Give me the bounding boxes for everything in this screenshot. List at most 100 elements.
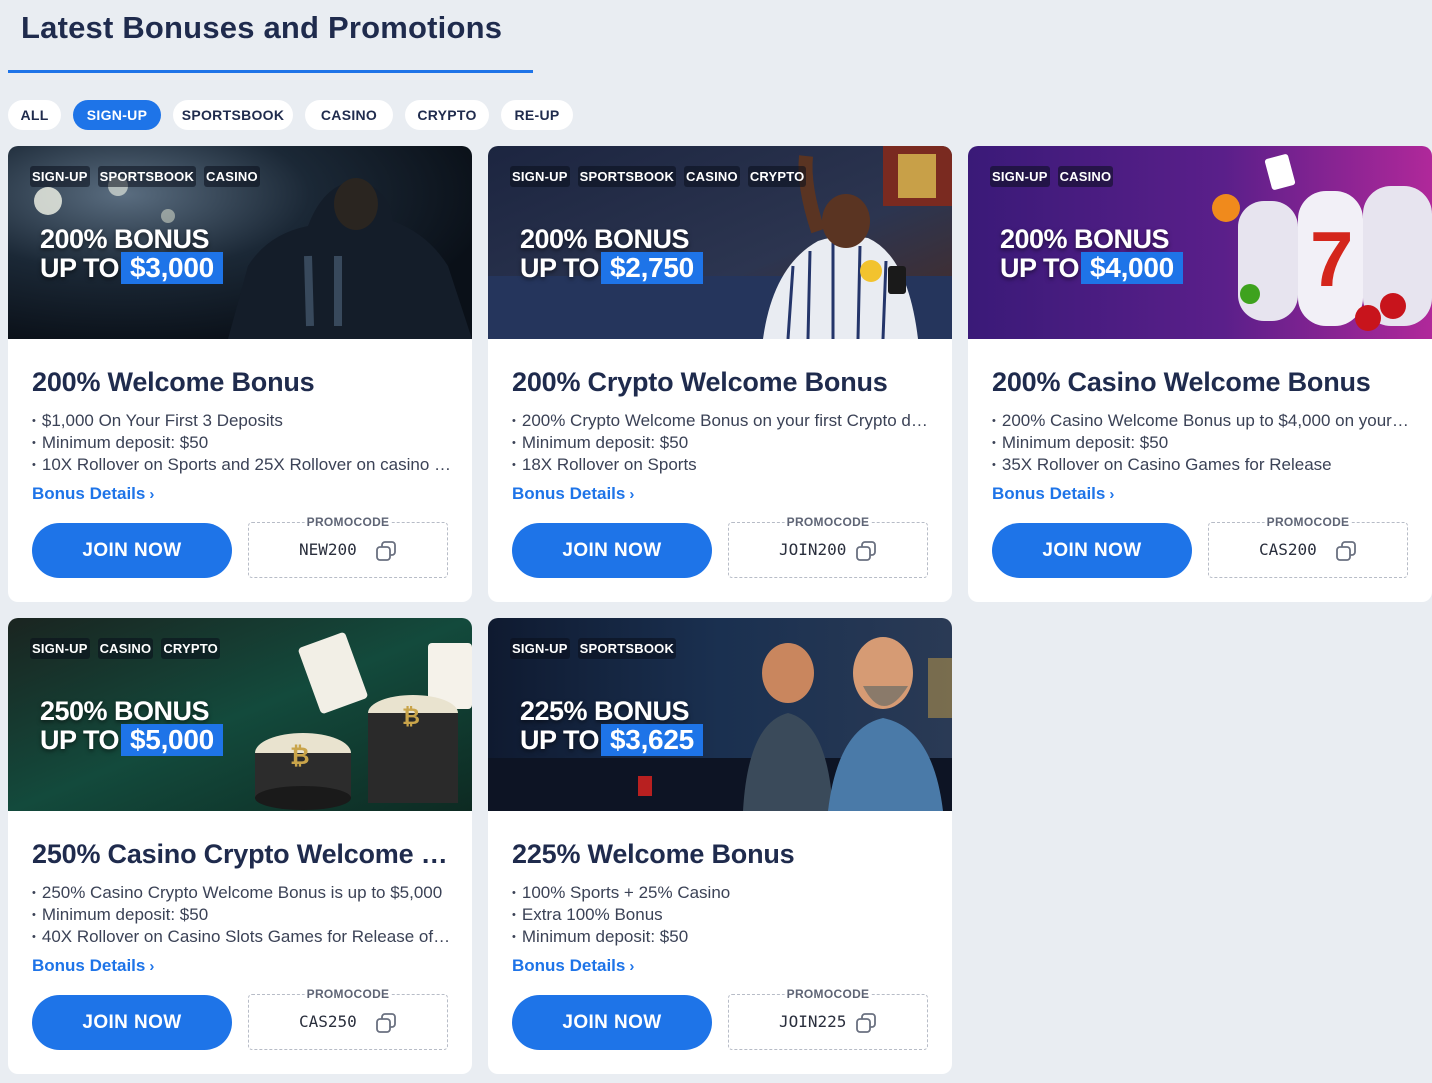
tag: SIGN-UP <box>990 166 1050 187</box>
copy-icon[interactable] <box>375 1012 397 1034</box>
promocode-box[interactable]: PROMOCODE JOIN200 <box>728 515 928 578</box>
promocode-label: PROMOCODE <box>304 987 392 1001</box>
bonus-details-link[interactable]: Bonus Details › <box>512 484 634 504</box>
promocode-box[interactable]: PROMOCODE CAS200 <box>1208 515 1408 578</box>
banner-upto-text: UP TO <box>40 252 120 283</box>
tag: SIGN-UP <box>510 166 570 187</box>
card-tags: SIGN-UP CASINO <box>990 166 1114 187</box>
banner-bonus: 225% BONUS <box>520 696 690 726</box>
card-tags: SIGN-UP SPORTSBOOK CASINO <box>30 166 260 187</box>
bonus-details-label: Bonus Details <box>992 484 1106 503</box>
tag: SPORTSBOOK <box>97 166 197 187</box>
filter-bar: ALL SIGN-UP SPORTSBOOK CASINO CRYPTO RE-… <box>8 100 573 130</box>
filter-re-up[interactable]: RE-UP <box>501 100 573 130</box>
promo-banner[interactable]: SIGN-UP SPORTSBOOK CASINO 200% BONUS UP … <box>8 146 472 339</box>
bonus-details-label: Bonus Details <box>32 956 146 975</box>
bullet: Minimum deposit: $50 <box>32 904 452 926</box>
filter-sportsbook[interactable]: SPORTSBOOK <box>173 100 293 130</box>
copy-icon[interactable] <box>855 1012 877 1034</box>
bonus-bullets: 200% Crypto Welcome Bonus on your first … <box>512 410 932 476</box>
bonus-details-link[interactable]: Bonus Details › <box>32 956 154 976</box>
tag: CASINO <box>1057 166 1114 187</box>
promocode-value: JOIN200 <box>779 540 847 559</box>
bullet: $1,000 On Your First 3 Deposits <box>32 410 452 432</box>
banner-amount: $4,000 <box>1081 252 1183 284</box>
promo-card: SIGN-UP SPORTSBOOK CASINO CRYPTO 200% BO… <box>488 146 952 602</box>
join-now-button[interactable]: JOIN NOW <box>992 523 1192 578</box>
bonus-details-label: Bonus Details <box>512 484 626 503</box>
copy-icon[interactable] <box>855 540 877 562</box>
tag: SPORTSBOOK <box>577 638 677 659</box>
chevron-right-icon: › <box>629 958 635 975</box>
promo-card: 7 SIGN-UP CASINO 200% BONUS UP TO $4,000… <box>968 146 1432 602</box>
tag: CASINO <box>684 166 740 187</box>
promocode-label: PROMOCODE <box>1264 515 1352 529</box>
bullet: 200% Crypto Welcome Bonus on your first … <box>512 410 932 432</box>
promocode-label: PROMOCODE <box>304 515 392 529</box>
promocode-value: CAS200 <box>1259 540 1317 559</box>
promocode-value: CAS250 <box>299 1012 357 1031</box>
tag: SIGN-UP <box>30 166 90 187</box>
filter-sign-up[interactable]: SIGN-UP <box>73 100 161 130</box>
svg-text:₿: ₿ <box>402 704 420 729</box>
bonus-details-link[interactable]: Bonus Details › <box>992 484 1114 504</box>
bullet: Minimum deposit: $50 <box>512 926 932 948</box>
chevron-right-icon: › <box>149 486 155 503</box>
banner-amount: $3,625 <box>601 724 703 756</box>
bonus-name: 200% Casino Welcome Bonus <box>992 367 1371 397</box>
filter-crypto[interactable]: CRYPTO <box>405 100 489 130</box>
copy-icon[interactable] <box>375 540 397 562</box>
bonus-details-link[interactable]: Bonus Details › <box>32 484 154 504</box>
banner-upto-text: UP TO <box>520 724 600 755</box>
bullet: Minimum deposit: $50 <box>512 432 932 454</box>
copy-icon[interactable] <box>1335 540 1357 562</box>
bonus-details-link[interactable]: Bonus Details › <box>512 956 634 976</box>
banner-upto: UP TO $3,000 <box>40 252 223 284</box>
bullet: 18X Rollover on Sports <box>512 454 932 476</box>
bullet: Extra 100% Bonus <box>512 904 932 926</box>
banner-upto: UP TO $5,000 <box>40 724 223 756</box>
promo-card: ₿ ₿ SIGN-UP CASINO CRYPTO 250% BONUS UP … <box>8 618 472 1074</box>
bonus-name: 200% Welcome Bonus <box>32 367 315 397</box>
promocode-box[interactable]: PROMOCODE JOIN225 <box>728 987 928 1050</box>
card-tags: SIGN-UP SPORTSBOOK CASINO CRYPTO <box>510 166 807 187</box>
banner-upto: UP TO $4,000 <box>1000 252 1183 284</box>
bullet: Minimum deposit: $50 <box>32 432 452 454</box>
banner-bonus: 250% BONUS <box>40 696 210 726</box>
promocode-value: NEW200 <box>299 540 357 559</box>
tag: CASINO <box>97 638 154 659</box>
bonus-bullets: 200% Casino Welcome Bonus up to $4,000 o… <box>992 410 1412 476</box>
svg-text:7: 7 <box>1310 215 1353 303</box>
bullet: 10X Rollover on Sports and 25X Rollover … <box>32 454 452 476</box>
bullet: 40X Rollover on Casino Slots Games for R… <box>32 926 452 948</box>
card-tags: SIGN-UP CASINO CRYPTO <box>30 638 220 659</box>
join-now-button[interactable]: JOIN NOW <box>512 995 712 1050</box>
svg-text:₿: ₿ <box>290 743 310 770</box>
bullet: Minimum deposit: $50 <box>992 432 1412 454</box>
tag: SPORTSBOOK <box>577 166 677 187</box>
promocode-label: PROMOCODE <box>784 987 872 1001</box>
banner-upto: UP TO $2,750 <box>520 252 703 284</box>
filter-casino[interactable]: CASINO <box>305 100 393 130</box>
banner-amount: $3,000 <box>121 252 223 284</box>
chevron-right-icon: › <box>1109 486 1115 503</box>
banner-bonus: 200% BONUS <box>40 224 210 254</box>
promocode-box[interactable]: PROMOCODE CAS250 <box>248 987 448 1050</box>
promo-banner[interactable]: ₿ ₿ SIGN-UP CASINO CRYPTO 250% BONUS UP … <box>8 618 472 811</box>
join-now-button[interactable]: JOIN NOW <box>32 523 232 578</box>
chevron-right-icon: › <box>149 958 155 975</box>
promo-banner[interactable]: SIGN-UP SPORTSBOOK CASINO CRYPTO 200% BO… <box>488 146 952 339</box>
bullet: 35X Rollover on Casino Games for Release <box>992 454 1412 476</box>
join-now-button[interactable]: JOIN NOW <box>32 995 232 1050</box>
filter-all[interactable]: ALL <box>8 100 61 130</box>
tag: SIGN-UP <box>30 638 90 659</box>
promocode-box[interactable]: PROMOCODE NEW200 <box>248 515 448 578</box>
promo-banner[interactable]: SIGN-UP SPORTSBOOK 225% BONUS UP TO $3,6… <box>488 618 952 811</box>
banner-bonus: 200% BONUS <box>1000 224 1170 254</box>
join-now-button[interactable]: JOIN NOW <box>512 523 712 578</box>
tag: CASINO <box>204 166 260 187</box>
chevron-right-icon: › <box>629 486 635 503</box>
banner-bonus: 200% BONUS <box>520 224 690 254</box>
bonus-name: 225% Welcome Bonus <box>512 839 795 869</box>
promo-banner[interactable]: 7 SIGN-UP CASINO 200% BONUS UP TO $4,000 <box>968 146 1432 339</box>
